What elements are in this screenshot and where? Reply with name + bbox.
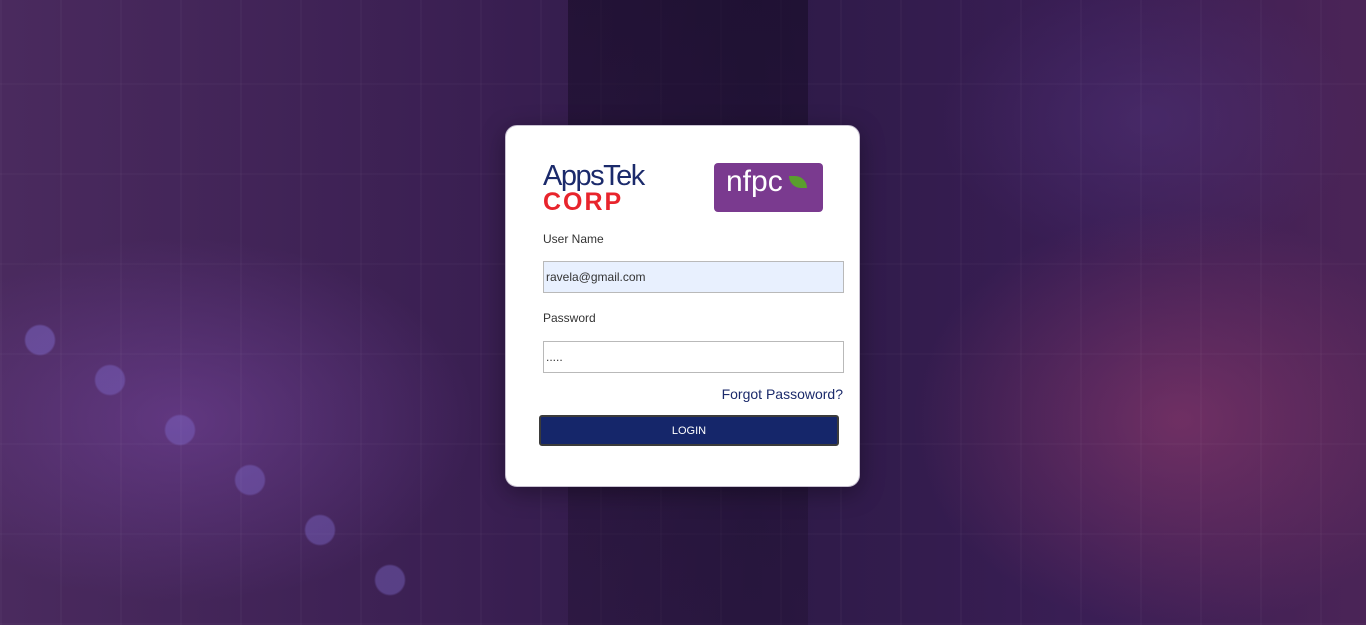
nfpc-logo-text: nfpc xyxy=(726,165,783,198)
password-input[interactable] xyxy=(543,341,844,373)
leaf-icon xyxy=(789,176,807,188)
appstek-logo-bottom: CORP xyxy=(543,188,624,216)
username-label: User Name xyxy=(543,232,604,246)
appstek-logo: AppsTek CORP xyxy=(543,160,655,216)
background-bottles xyxy=(0,300,460,625)
nfpc-logo: nfpc xyxy=(714,163,823,212)
username-input[interactable] xyxy=(543,261,844,293)
forgot-password-link[interactable]: Forgot Passoword? xyxy=(722,386,843,402)
appstek-logo-top: AppsTek xyxy=(543,160,645,192)
login-button[interactable]: LOGIN xyxy=(539,415,839,446)
login-card: AppsTek CORP nfpc User Name Password For… xyxy=(505,125,860,487)
password-label: Password xyxy=(543,311,596,325)
